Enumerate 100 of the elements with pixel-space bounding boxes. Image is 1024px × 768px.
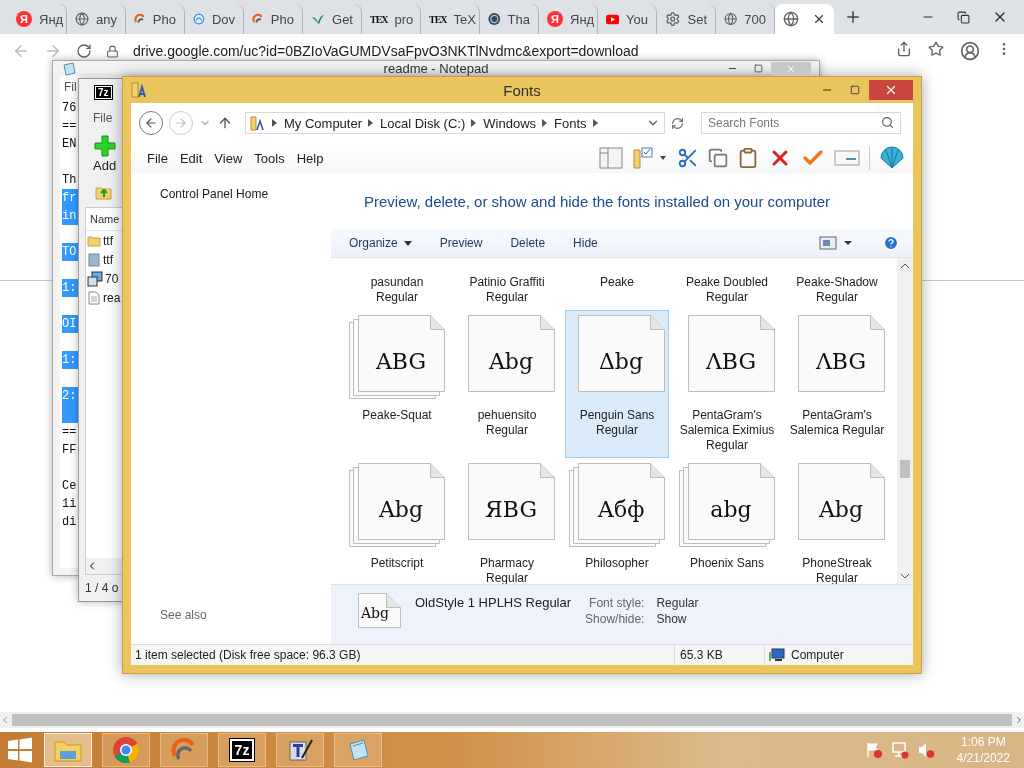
font-name: PhoneStreak Regular [801, 556, 873, 584]
breadcrumb-item[interactable]: Windows [483, 115, 537, 131]
scroll-down-icon[interactable] [900, 572, 910, 580]
column-header[interactable]: Name [90, 213, 120, 225]
rename-icon[interactable] [834, 149, 860, 167]
menu-item[interactable]: File [141, 150, 174, 166]
new-tab-icon[interactable] [844, 8, 862, 26]
back-icon[interactable] [144, 116, 158, 130]
command-button[interactable]: Preview [429, 236, 493, 250]
font-tile[interactable]: abg Phoenix Sans [675, 458, 779, 584]
font-tile[interactable]: ABG Peake-Squat [345, 310, 449, 458]
font-tile[interactable]: Patinio Graffiti Regular [455, 270, 559, 310]
menu-item[interactable]: File [93, 111, 113, 125]
yandex-logo: Я [547, 11, 563, 27]
window-title: readme - Notepad [382, 61, 490, 76]
copy-icon[interactable] [708, 148, 728, 168]
breadcrumb-arrow-icon[interactable] [542, 119, 549, 127]
taskbar-app[interactable]: 7z [218, 733, 266, 767]
help-icon[interactable] [883, 235, 899, 251]
command-button[interactable]: Delete [500, 236, 556, 250]
scroll-up-icon[interactable] [900, 262, 910, 270]
font-tile[interactable]: ΛBG PentaGram's Salemica Regular [785, 310, 889, 458]
search-field[interactable]: Search Fonts [701, 112, 901, 134]
restore-icon[interactable] [957, 10, 970, 24]
close-icon[interactable] [812, 12, 826, 26]
breadcrumb-arrow-icon[interactable] [592, 119, 599, 127]
close-icon[interactable] [884, 83, 898, 97]
share-icon[interactable] [896, 41, 912, 57]
scrollbar-thumb[interactable] [12, 714, 1012, 726]
command-button[interactable]: Hide [563, 236, 608, 250]
breadcrumb-arrow-icon[interactable] [272, 119, 278, 127]
nav-link[interactable]: Control Panel Home [160, 187, 331, 201]
address-bar[interactable]: My Computer Local Disk (C:) Windows Fonts [245, 112, 665, 134]
status-text: Computer [791, 648, 844, 662]
caret-icon[interactable] [403, 240, 412, 246]
menu-item[interactable]: Fil [64, 80, 77, 94]
profile-icon[interactable] [960, 41, 980, 61]
font-name: PentaGram's Salemica Regular [788, 408, 886, 438]
font-name: Peake Doubled Regular [684, 275, 770, 305]
font-sample: Abg [378, 497, 424, 522]
start-icon[interactable] [6, 736, 34, 764]
font-name: Petitscript [369, 556, 425, 571]
taskbar-app[interactable] [160, 733, 208, 767]
maximize-icon[interactable] [753, 64, 763, 73]
menu-item[interactable]: Edit [173, 150, 209, 166]
breadcrumb-item[interactable]: Fonts [554, 115, 587, 131]
bookmark-star-icon[interactable] [928, 41, 944, 57]
shell-icon[interactable] [879, 146, 905, 170]
text-line: == [62, 424, 78, 441]
scroll-right-icon[interactable] [1014, 715, 1024, 725]
status-text: 1 / 4 o [85, 581, 119, 595]
font-tile[interactable]: ЯBG Pharmacy Regular [455, 458, 559, 584]
cut-icon[interactable] [677, 147, 699, 169]
fonts-folder-icon [131, 81, 149, 99]
flag-icon[interactable] [864, 741, 883, 759]
menu-item[interactable]: View [208, 150, 249, 166]
font-tile[interactable]: Peake-Shadow Regular [785, 270, 889, 310]
url-text[interactable]: drive.google.com/uc?id=0BZIoVaGUMDVsaFpvO3NKTlNvdmc&export=download [133, 43, 639, 59]
font-tile[interactable]: Abg PhoneStreak Regular [785, 458, 889, 584]
speaker-muted-icon[interactable] [916, 741, 935, 759]
file-name[interactable]: ttf [103, 233, 113, 248]
breadcrumb-item[interactable]: Local Disk (C:) [380, 115, 466, 131]
font-tile[interactable]: Peake [565, 270, 669, 310]
font-tile[interactable]: ΛBG PentaGram's Salemica Eximius Regular [675, 310, 779, 458]
font-sample: Δbg [598, 349, 644, 374]
text-line: EN [62, 136, 78, 153]
breadcrumb-item[interactable]: My Computer [284, 115, 363, 131]
status-text: 65.3 KB [680, 648, 723, 662]
network-icon[interactable] [890, 741, 909, 759]
taskbar-app[interactable] [102, 733, 150, 767]
file-name[interactable]: ttf [103, 252, 113, 267]
font-name: pasundan Regular [369, 275, 425, 305]
globe-icon [724, 11, 738, 27]
breadcrumb-arrow-icon[interactable] [368, 119, 375, 127]
file-name[interactable]: rea [103, 290, 121, 305]
font-sample: ΛBG [816, 349, 866, 374]
folder-options-icon[interactable] [632, 146, 668, 170]
page-heading: Preview, delete, or show and hide the fonts installed on your computer [363, 192, 832, 212]
font-tile[interactable]: pasundan Regular [345, 270, 449, 310]
font-tile[interactable]: Abg Petitscript [345, 458, 449, 584]
reload-icon[interactable] [76, 43, 92, 59]
breadcrumb-arrow-icon[interactable] [471, 119, 478, 127]
font-tile[interactable]: Абф Philosopher [565, 458, 669, 584]
text-line: Th [62, 172, 78, 189]
menu-item[interactable]: Help [290, 150, 330, 166]
menu-item[interactable]: Tools [248, 150, 291, 166]
field-label: Show/hide: [585, 612, 645, 626]
field-label: Font style: [588, 596, 645, 610]
font-tile[interactable]: Peake Doubled Regular [675, 270, 779, 310]
maximize-icon[interactable] [850, 85, 860, 95]
refresh-icon[interactable] [671, 116, 684, 130]
browser-tab[interactable] [775, 4, 834, 34]
font-tile[interactable]: Δbg Penguin Sans Regular [565, 310, 669, 458]
taskbar-app[interactable] [276, 733, 324, 767]
scrollbar-thumb[interactable] [900, 460, 910, 478]
file-name[interactable]: 70 [105, 271, 119, 286]
paste-icon[interactable] [737, 147, 759, 169]
font-tile[interactable]: Abg pehuensito Regular [455, 310, 559, 458]
command-button[interactable]: Organize [339, 236, 422, 250]
up-icon[interactable] [217, 115, 233, 131]
